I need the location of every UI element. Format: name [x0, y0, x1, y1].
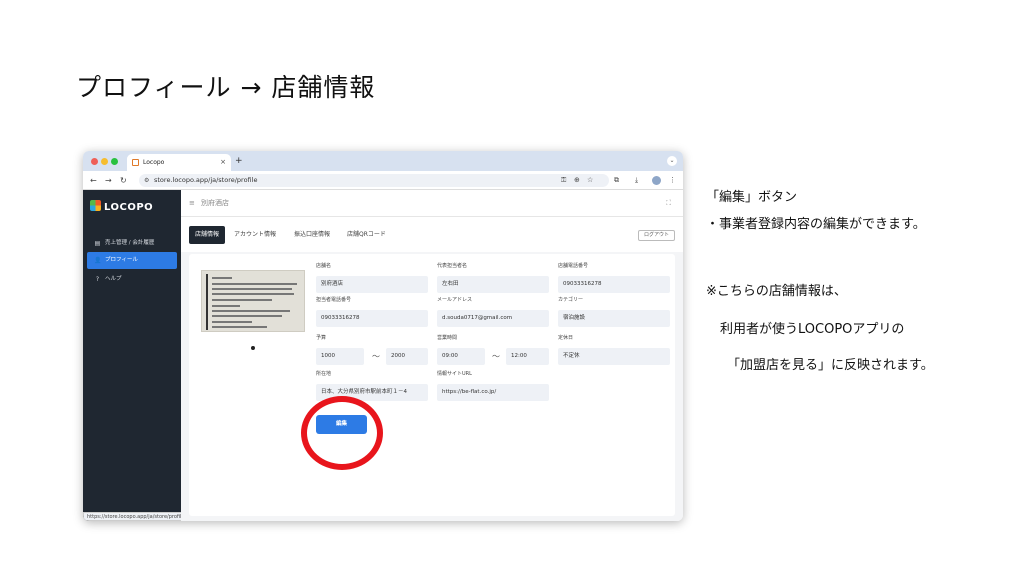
- store-image[interactable]: [201, 270, 305, 332]
- store-name-value[interactable]: 別府酒店: [316, 276, 428, 293]
- note-reflect-1: ※こちらの店舗情報は、: [706, 284, 847, 299]
- representative-field: 代表担当者名 左右田: [437, 262, 549, 293]
- back-arrow-icon[interactable]: ←: [90, 174, 97, 187]
- document-icon: ▤: [94, 240, 101, 247]
- note-edit-description: ・事業者登録内容の編集ができます。: [706, 217, 926, 232]
- forward-arrow-icon[interactable]: →: [105, 174, 112, 187]
- note-reflect-3: 「加盟店を見る」に反映されます。: [727, 358, 934, 373]
- sidebar: LOCOPO ▤ 売上管理 / 会計履歴 👤 プロフィール ? ヘルプ http…: [83, 190, 208, 521]
- main-content: ≡ 別府酒店 ⛶ 店舗情報 アカウント情報 振込口座情報 店舗QRコード ログア…: [181, 190, 683, 521]
- sidebar-item-label: ヘルプ: [105, 276, 122, 282]
- sidebar-item-label: プロフィール: [105, 257, 138, 263]
- tab-store-qr[interactable]: 店舗QRコード: [341, 226, 392, 244]
- browser-tab-title: Locopo: [143, 159, 165, 166]
- store-name-field: 店舗名 別府酒店: [316, 262, 428, 293]
- favicon-icon: [132, 159, 139, 166]
- website-field: 情報サイトURL https://be-flat.co.jp/: [437, 370, 549, 401]
- hours-close-value[interactable]: 12:00: [506, 348, 549, 365]
- bookmark-star-icon[interactable]: ☆: [587, 174, 593, 187]
- tab-close-icon[interactable]: ×: [220, 154, 226, 171]
- budget-field: 予算 1000: [316, 334, 364, 365]
- url-field[interactable]: ⚙ store.locopo.app/ja/store/profile: [139, 174, 609, 187]
- tab-search-icon[interactable]: ⌄: [667, 156, 677, 166]
- store-phone-value[interactable]: 09033316278: [558, 276, 670, 293]
- browser-tab[interactable]: Locopo ×: [127, 154, 231, 171]
- zoom-icon[interactable]: ⊕: [574, 174, 580, 187]
- store-title: 別府酒店: [201, 199, 229, 207]
- budget-max-field: 2000: [386, 334, 428, 365]
- representative-value[interactable]: 左右田: [437, 276, 549, 293]
- sidebar-item-help[interactable]: ? ヘルプ: [87, 271, 177, 288]
- sidebar-item-label: 売上管理 / 会計履歴: [105, 240, 155, 246]
- email-field: メールアドレス d.souda0717@gmail.com: [437, 296, 549, 327]
- email-value[interactable]: d.souda0717@gmail.com: [437, 310, 549, 327]
- profile-tabs: 店舗情報 アカウント情報 振込口座情報 店舗QRコード ログアウト: [181, 217, 683, 252]
- contact-phone-field: 担当者電話番号 09033316278: [316, 296, 428, 327]
- tab-bank-account[interactable]: 振込口座情報: [288, 226, 336, 244]
- highlight-circle: [301, 396, 383, 470]
- holiday-field: 定休日 不定休: [558, 334, 670, 365]
- hours-open-value[interactable]: 09:00: [437, 348, 485, 365]
- browser-tab-bar: Locopo × + ⌄: [83, 151, 683, 171]
- hours-field: 営業時間 09:00: [437, 334, 485, 365]
- note-edit-heading: 「編集」ボタン: [706, 190, 798, 205]
- holiday-value[interactable]: 不定休: [558, 348, 670, 365]
- website-value[interactable]: https://be-flat.co.jp/: [437, 384, 549, 401]
- menu-icon[interactable]: ≡: [189, 199, 195, 207]
- browser-menu-icon[interactable]: ⋮: [669, 174, 676, 187]
- range-separator: 〜: [372, 352, 380, 361]
- help-icon: ?: [95, 276, 100, 283]
- logo: LOCOPO: [90, 200, 153, 213]
- range-separator: 〜: [492, 352, 500, 361]
- fullscreen-icon[interactable]: ⛶: [666, 199, 671, 208]
- contact-phone-value[interactable]: 09033316278: [316, 310, 428, 327]
- store-phone-field: 店舗電話番号 09033316278: [558, 262, 670, 293]
- extensions-icon[interactable]: ⧉: [614, 174, 619, 187]
- browser-window: Locopo × + ⌄ ← → ↻ ⚙ store.locopo.app/ja…: [83, 151, 683, 521]
- new-tab-button[interactable]: +: [235, 154, 243, 168]
- profile-avatar-icon[interactable]: [652, 176, 661, 185]
- logo-text: LOCOPO: [104, 202, 154, 213]
- category-value[interactable]: 宿泊施設: [558, 310, 670, 327]
- hours-close-field: 12:00: [506, 334, 549, 365]
- maximize-window-dot[interactable]: [111, 158, 118, 165]
- budget-min-value[interactable]: 1000: [316, 348, 364, 365]
- password-key-icon[interactable]: ⚿: [561, 174, 566, 187]
- url-text: store.locopo.app/ja/store/profile: [154, 176, 258, 184]
- site-info-icon[interactable]: ⚙: [144, 174, 149, 187]
- logo-mark-icon: [90, 200, 101, 211]
- minimize-window-dot[interactable]: [101, 158, 108, 165]
- close-window-dot[interactable]: [91, 158, 98, 165]
- tab-account-info[interactable]: アカウント情報: [228, 226, 282, 244]
- slide: プロフィール → 店舗情報 Locopo × + ⌄ ← → ↻ ⚙ store…: [0, 0, 1024, 576]
- tab-store-info[interactable]: 店舗情報: [189, 226, 226, 244]
- slide-title: プロフィール → 店舗情報: [76, 73, 376, 102]
- app: LOCOPO ▤ 売上管理 / 会計履歴 👤 プロフィール ? ヘルプ http…: [83, 190, 683, 521]
- sidebar-item-sales[interactable]: ▤ 売上管理 / 会計履歴: [87, 235, 177, 252]
- note-reflect-2: 利用者が使うLOCOPOアプリの: [720, 322, 905, 337]
- address-bar: ← → ↻ ⚙ store.locopo.app/ja/store/profil…: [83, 171, 683, 190]
- top-bar: ≡ 別府酒店 ⛶: [181, 190, 683, 217]
- logout-button[interactable]: ログアウト: [637, 230, 675, 241]
- reload-icon[interactable]: ↻: [120, 174, 127, 187]
- download-icon[interactable]: ⤓: [635, 174, 638, 187]
- person-icon: 👤: [94, 257, 102, 264]
- store-info-card: 店舗名 別府酒店 代表担当者名 左右田 店舗電話番号 09033316278 担…: [189, 254, 675, 516]
- sidebar-item-profile[interactable]: 👤 プロフィール: [87, 252, 177, 269]
- carousel-indicator[interactable]: [251, 346, 255, 350]
- budget-max-value[interactable]: 2000: [386, 348, 428, 365]
- category-field: カテゴリー 宿泊施設: [558, 296, 670, 327]
